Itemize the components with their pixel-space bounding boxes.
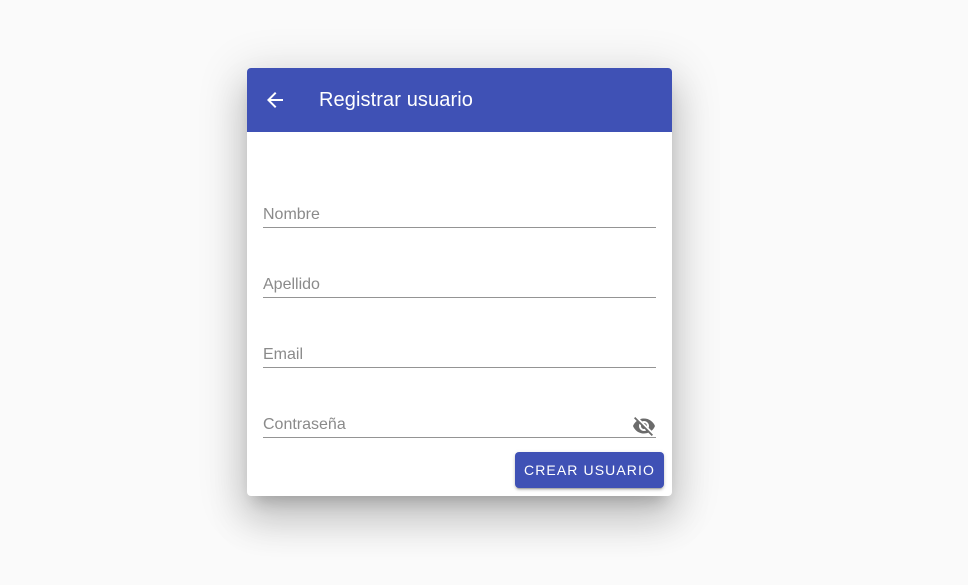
apellido-input[interactable]	[263, 273, 656, 297]
nombre-underline	[263, 227, 656, 228]
apellido-underline	[263, 297, 656, 298]
nombre-field-wrapper	[263, 164, 656, 234]
dialog-toolbar: Registrar usuario	[247, 68, 672, 132]
email-underline	[263, 367, 656, 368]
register-form	[247, 164, 672, 444]
password-field-wrapper	[263, 374, 656, 444]
create-user-button[interactable]: CREAR USUARIO	[515, 452, 664, 488]
dialog-title: Registrar usuario	[319, 88, 473, 111]
password-underline	[263, 437, 656, 438]
apellido-field-wrapper	[263, 234, 656, 304]
arrow-left-icon	[267, 92, 283, 108]
back-button[interactable]	[255, 80, 295, 120]
register-dialog: Registrar usuario CREAR USUARIO	[247, 68, 672, 496]
email-field-wrapper	[263, 304, 656, 374]
dialog-actions: CREAR USUARIO	[515, 452, 664, 488]
nombre-input[interactable]	[263, 203, 656, 227]
visibility-off-icon[interactable]	[632, 414, 656, 438]
password-input[interactable]	[263, 413, 656, 437]
email-input[interactable]	[263, 343, 656, 367]
